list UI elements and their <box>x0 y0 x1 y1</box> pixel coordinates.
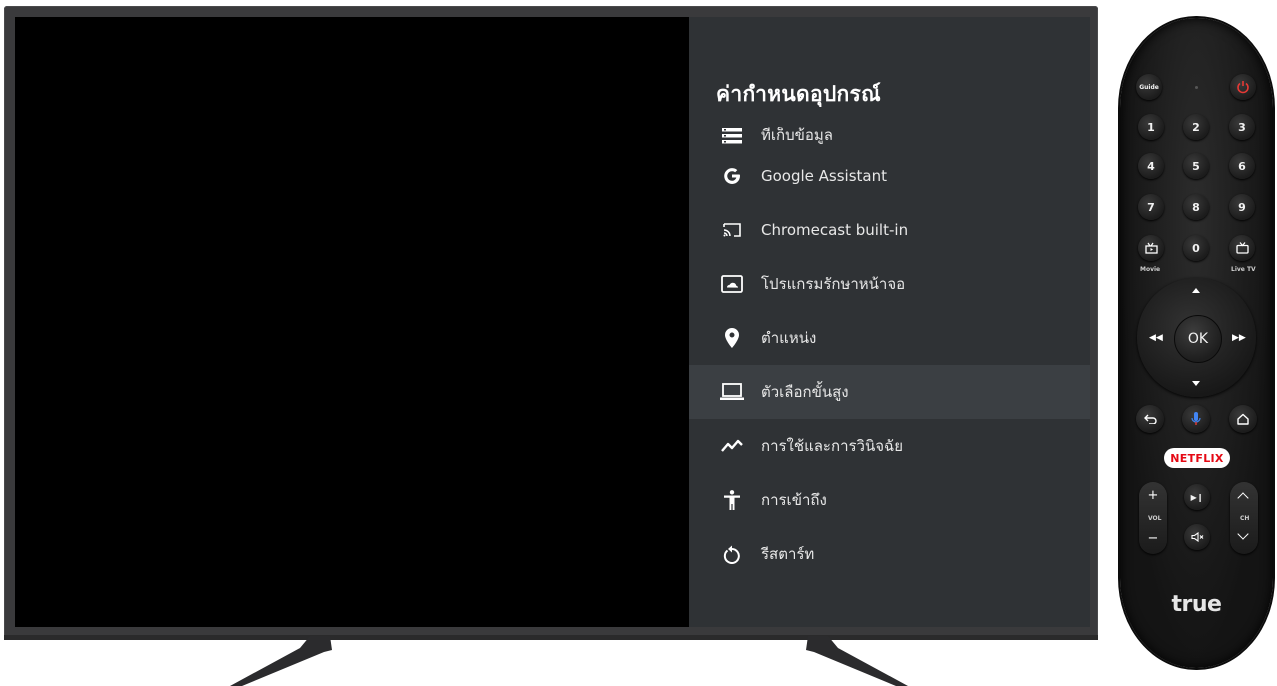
menu-item-label: โปรแกรมรักษาหน้าจอ <box>761 275 906 293</box>
device-preferences-panel: ค่ากำหนดอุปกรณ์ ที่เก็บข้อมูล Google Ass… <box>689 17 1090 627</box>
channel-up-icon[interactable] <box>1237 492 1249 504</box>
dpad-down-arrow-icon[interactable] <box>1192 381 1200 386</box>
mute-icon <box>1190 532 1203 542</box>
screensaver-icon <box>719 273 745 295</box>
number-1-button[interactable]: 1 <box>1138 114 1164 140</box>
menu-item-google-assistant[interactable]: Google Assistant <box>689 149 1090 203</box>
home-icon <box>1237 413 1249 425</box>
laptop-icon <box>719 381 745 403</box>
dpad-up-arrow-icon[interactable] <box>1192 288 1200 293</box>
number-label: 1 <box>1147 120 1155 134</box>
number-8-button[interactable]: 8 <box>1183 194 1209 220</box>
menu-item-location[interactable]: ตำแหน่ง <box>689 311 1090 365</box>
accessibility-icon <box>719 489 745 511</box>
ch-label: CH <box>1240 515 1250 522</box>
menu-item-advanced-options[interactable]: ตัวเลือกขั้นสูง <box>689 365 1090 419</box>
movie-label: Movie <box>1140 266 1161 273</box>
channel-rocker[interactable]: CH <box>1230 482 1258 554</box>
play-pause-button[interactable]: ▶❙ <box>1184 484 1210 510</box>
mute-button[interactable] <box>1184 524 1210 550</box>
number-5-button[interactable]: 5 <box>1183 153 1209 179</box>
movie-icon <box>1144 242 1158 254</box>
channel-down-icon[interactable] <box>1237 528 1249 540</box>
number-6-button[interactable]: 6 <box>1229 153 1255 179</box>
number-label: 0 <box>1192 241 1200 255</box>
settings-header: ค่ากำหนดอุปกรณ์ <box>689 17 1090 127</box>
ok-label: OK <box>1187 331 1209 347</box>
menu-item-label: ตัวเลือกขั้นสูง <box>761 383 849 401</box>
settings-menu: ที่เก็บข้อมูล Google Assistant Chromecas… <box>689 127 1090 581</box>
tv-screen: ค่ากำหนดอุปกรณ์ ที่เก็บข้อมูล Google Ass… <box>15 17 1090 627</box>
number-0-button[interactable]: 0 <box>1183 235 1209 261</box>
volume-down-icon[interactable]: − <box>1139 531 1167 546</box>
google-icon <box>719 165 745 187</box>
dpad[interactable]: ◀◀ ▶▶ OK <box>1137 278 1256 397</box>
number-9-button[interactable]: 9 <box>1229 194 1255 220</box>
netflix-label: NETFLIX <box>1170 451 1224 465</box>
guide-button[interactable]: Guide <box>1136 74 1162 100</box>
menu-item-label: ที่เก็บข้อมูล <box>761 127 833 144</box>
true-brand-logo: true <box>1171 592 1222 617</box>
back-icon <box>1143 414 1157 424</box>
number-label: 6 <box>1238 159 1246 173</box>
menu-item-storage[interactable]: ที่เก็บข้อมูล <box>689 127 1090 149</box>
volume-up-icon[interactable]: + <box>1139 488 1167 503</box>
menu-item-chromecast[interactable]: Chromecast built-in <box>689 203 1090 257</box>
voice-search-button[interactable] <box>1182 405 1210 433</box>
power-icon <box>1237 81 1249 94</box>
tv-bezel-bottom <box>4 635 1098 640</box>
tv-stand-left <box>230 636 332 686</box>
activity-graph-icon <box>719 435 745 457</box>
number-label: 3 <box>1238 120 1246 134</box>
home-button[interactable] <box>1229 405 1257 433</box>
movie-button[interactable] <box>1138 235 1164 261</box>
tv-stand-right <box>806 636 908 686</box>
fast-forward-icon[interactable]: ▶▶ <box>1232 333 1246 343</box>
live-tv-label: Live TV <box>1231 266 1256 273</box>
ok-button[interactable]: OK <box>1174 315 1222 363</box>
microphone-icon <box>1191 412 1201 425</box>
netflix-button[interactable]: NETFLIX <box>1164 448 1230 468</box>
tv: ค่ากำหนดอุปกรณ์ ที่เก็บข้อมูล Google Ass… <box>4 6 1098 640</box>
indicator-dot <box>1195 86 1198 89</box>
restart-icon <box>719 543 745 565</box>
location-pin-icon <box>719 327 745 349</box>
number-4-button[interactable]: 4 <box>1138 153 1164 179</box>
number-2-button[interactable]: 2 <box>1183 114 1209 140</box>
volume-rocker[interactable]: + VOL − <box>1139 482 1167 554</box>
menu-item-label: การใช้และการวินิจฉัย <box>761 437 904 455</box>
remote-control: Guide 1 2 3 4 5 6 7 8 9 0 Movie Live TV … <box>1120 18 1273 668</box>
number-label: 7 <box>1147 200 1155 214</box>
menu-item-screensaver[interactable]: โปรแกรมรักษาหน้าจอ <box>689 257 1090 311</box>
back-button[interactable] <box>1136 405 1164 433</box>
cast-icon <box>719 219 745 241</box>
page-title: ค่ากำหนดอุปกรณ์ <box>716 82 881 106</box>
menu-item-label: Google Assistant <box>761 167 887 185</box>
menu-item-restart[interactable]: รีสตาร์ท <box>689 527 1090 581</box>
storage-icon <box>719 127 745 147</box>
number-3-button[interactable]: 3 <box>1229 114 1255 140</box>
menu-item-label: รีสตาร์ท <box>761 545 815 563</box>
menu-item-usage-diagnostics[interactable]: การใช้และการวินิจฉัย <box>689 419 1090 473</box>
number-label: 2 <box>1192 120 1200 134</box>
number-label: 9 <box>1238 200 1246 214</box>
menu-item-label: ตำแหน่ง <box>761 329 817 347</box>
number-label: 5 <box>1192 159 1200 173</box>
play-pause-icon: ▶❙ <box>1190 492 1204 502</box>
menu-item-label: Chromecast built-in <box>761 221 909 239</box>
number-7-button[interactable]: 7 <box>1138 194 1164 220</box>
tv-icon <box>1235 242 1249 254</box>
guide-label: Guide <box>1139 83 1159 91</box>
menu-item-accessibility[interactable]: การเข้าถึง <box>689 473 1090 527</box>
vol-label: VOL <box>1148 515 1162 522</box>
live-tv-button[interactable] <box>1229 235 1255 261</box>
number-label: 4 <box>1147 159 1155 173</box>
power-button[interactable] <box>1230 74 1256 100</box>
menu-item-label: การเข้าถึง <box>761 491 827 509</box>
number-label: 8 <box>1192 200 1200 214</box>
rewind-icon[interactable]: ◀◀ <box>1149 333 1163 343</box>
